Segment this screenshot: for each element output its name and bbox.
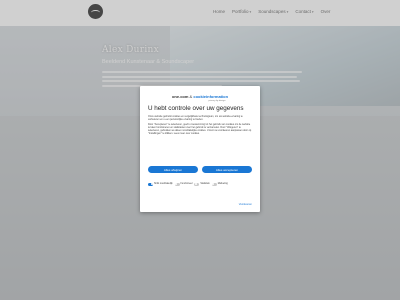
consent-brand: one.com & cookieinformation privacy by d…	[140, 94, 260, 102]
cookie-consent-dialog: one.com & cookieinformation privacy by d…	[140, 86, 260, 212]
toggle-label: Strikt noodzakelijk	[154, 183, 173, 186]
reject-all-button[interactable]: Alles afwijzen	[148, 166, 198, 173]
toggle-switch[interactable]	[211, 183, 217, 186]
toggle-label: Statistiek	[200, 183, 210, 186]
brand-site: one.com	[171, 94, 189, 99]
toggle-switch[interactable]	[148, 183, 153, 186]
preferences-link[interactable]: Voorkeuren	[239, 203, 252, 206]
toggle-switch[interactable]	[174, 183, 180, 186]
brand-mark-sub: privacy by design	[208, 99, 226, 102]
toggle-necessary[interactable]: Strikt noodzakelijk	[148, 183, 173, 186]
consent-title: U hebt controle over uw gegevens	[148, 105, 244, 112]
accept-all-button[interactable]: Alles accepteren	[202, 166, 252, 173]
toggle-switch[interactable]	[194, 183, 200, 186]
brand-mark: cookieinformation	[193, 94, 229, 99]
toggle-marketing[interactable]: Marketing	[211, 183, 228, 186]
consent-body: Onze website gebruikt cookies en vergeli…	[148, 115, 252, 137]
consent-paragraph: Door "Accepteren" te selecteren, geeft u…	[148, 123, 252, 135]
toggle-label: Functioneel	[180, 183, 193, 186]
brand-amp: &	[189, 94, 193, 99]
toggle-label: Marketing	[217, 183, 228, 186]
toggle-statistics[interactable]: Statistiek	[194, 183, 210, 186]
toggle-functional[interactable]: Functioneel	[174, 183, 193, 186]
consent-paragraph: Onze website gebruikt cookies en vergeli…	[148, 115, 243, 121]
consent-toggles: Strikt noodzakelijk Functioneel Statisti…	[148, 183, 252, 186]
